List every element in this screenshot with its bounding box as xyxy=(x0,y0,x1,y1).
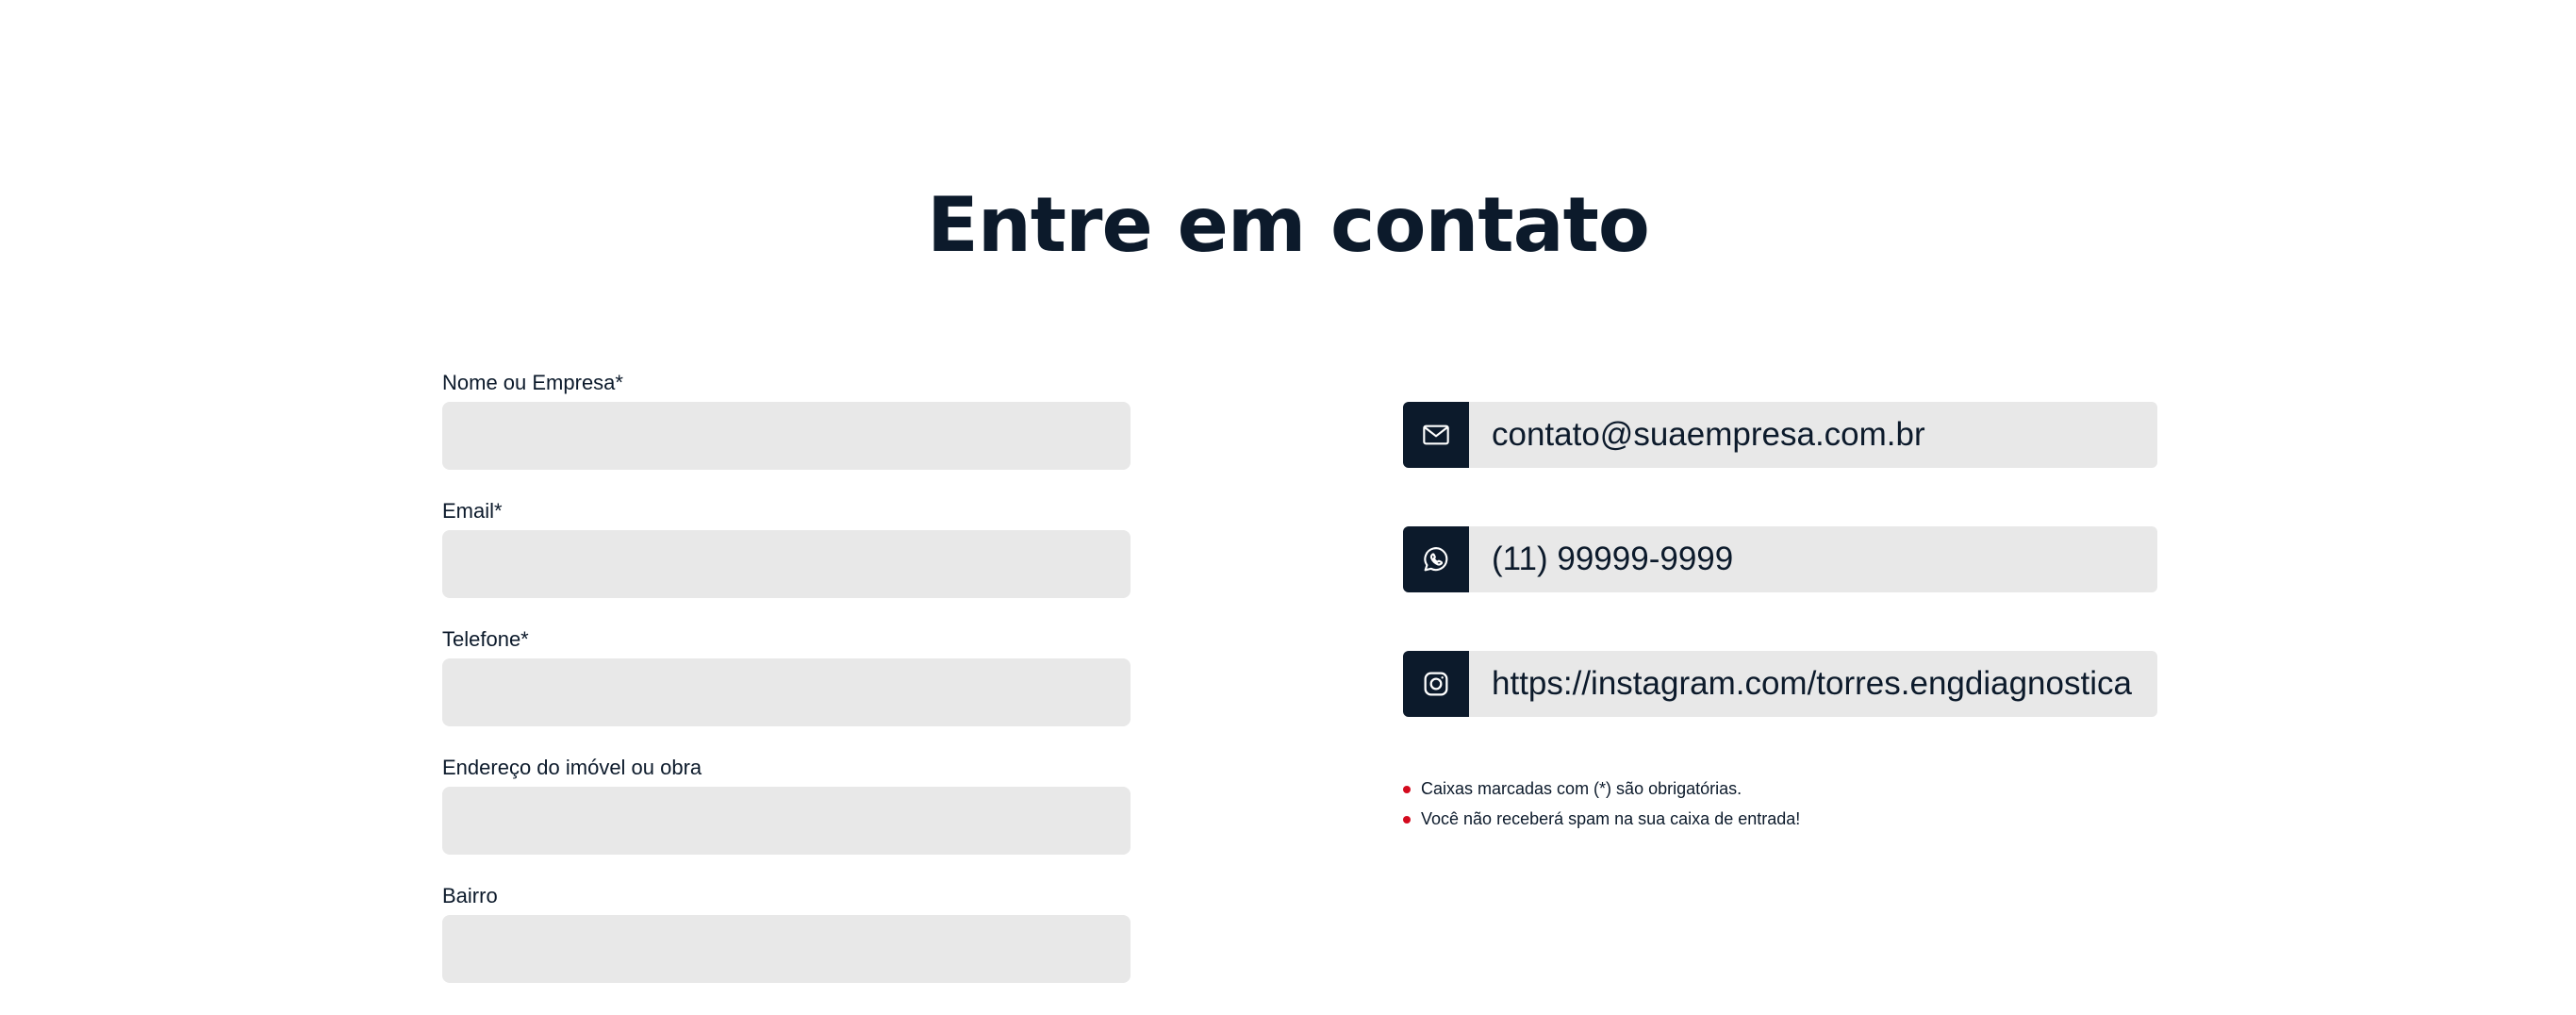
neighborhood-input[interactable] xyxy=(442,915,1131,983)
field-name-label: Nome ou Empresa* xyxy=(442,371,623,394)
address-input[interactable] xyxy=(442,787,1131,855)
contact-instagram-text: https://instagram.com/torres.engdiagnost… xyxy=(1492,665,2132,702)
field-phone-label: Telefone* xyxy=(442,627,529,651)
whatsapp-icon xyxy=(1403,526,1469,592)
contact-email[interactable]: contato@suaempresa.com.br xyxy=(1403,402,2157,468)
email-input[interactable] xyxy=(442,530,1131,598)
mail-icon xyxy=(1403,402,1469,468)
contact-email-text: contato@suaempresa.com.br xyxy=(1492,416,1925,453)
contact-page: Entre em contato Nome ou Empresa* Email*… xyxy=(0,0,2576,1015)
contact-whatsapp[interactable]: (11) 99999-9999 xyxy=(1403,526,2157,592)
contact-info: contato@suaempresa.com.br (11) 99999-999… xyxy=(1403,402,2157,775)
instagram-icon xyxy=(1403,651,1469,717)
field-phone: Telefone* xyxy=(442,626,1131,726)
field-neighborhood-label: Bairro xyxy=(442,884,498,907)
field-neighborhood: Bairro xyxy=(442,883,1131,983)
contact-instagram[interactable]: https://instagram.com/torres.engdiagnost… xyxy=(1403,651,2157,717)
field-address: Endereço do imóvel ou obra xyxy=(442,755,1131,855)
contact-form: Nome ou Empresa* Email* Telefone* Endere… xyxy=(442,370,1131,1011)
field-address-label: Endereço do imóvel ou obra xyxy=(442,756,702,779)
form-notes: Caixas marcadas com (*) são obrigatórias… xyxy=(1403,774,1800,834)
phone-input[interactable] xyxy=(442,658,1131,726)
note-required: Caixas marcadas com (*) são obrigatórias… xyxy=(1403,774,1800,804)
contact-whatsapp-text: (11) 99999-9999 xyxy=(1492,541,1734,577)
field-email-label: Email* xyxy=(442,499,503,523)
field-name: Nome ou Empresa* xyxy=(442,370,1131,470)
bullet-icon xyxy=(1403,786,1411,793)
page-title: Entre em contato xyxy=(927,181,1650,269)
note-no-spam-text: Você não receberá spam na sua caixa de e… xyxy=(1421,809,1801,828)
bullet-icon xyxy=(1403,816,1411,824)
note-required-text: Caixas marcadas com (*) são obrigatórias… xyxy=(1421,779,1742,798)
note-no-spam: Você não receberá spam na sua caixa de e… xyxy=(1403,804,1800,834)
name-input[interactable] xyxy=(442,402,1131,470)
field-email: Email* xyxy=(442,498,1131,598)
